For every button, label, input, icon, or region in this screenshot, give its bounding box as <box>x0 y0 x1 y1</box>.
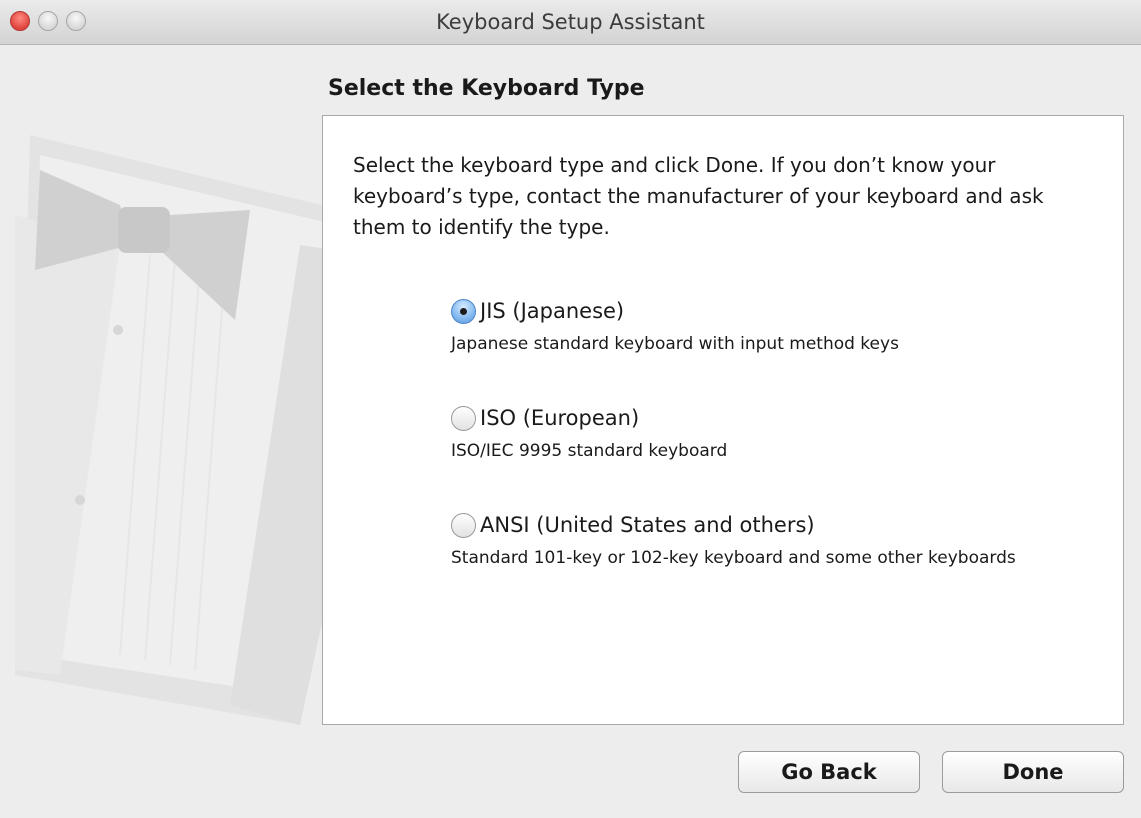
option-jis[interactable]: JIS (Japanese) Japanese standard keyboar… <box>451 294 1051 357</box>
option-ansi[interactable]: ANSI (United States and others) Standard… <box>451 508 1051 571</box>
go-back-button[interactable]: Go Back <box>738 751 920 793</box>
page-heading: Select the Keyboard Type <box>328 76 645 101</box>
option-description: ISO/IEC 9995 standard keyboard <box>451 441 728 461</box>
option-label[interactable]: JIS (Japanese) <box>480 299 624 323</box>
option-description: Japanese standard keyboard with input me… <box>451 334 899 354</box>
option-label[interactable]: ISO (European) <box>480 406 639 430</box>
keyboard-type-panel: Select the keyboard type and click Done.… <box>322 115 1124 725</box>
intro-text: Select the keyboard type and click Done.… <box>353 153 1044 239</box>
window-title: Keyboard Setup Assistant <box>436 10 705 34</box>
keyboard-setup-window: Keyboard Setup Assistant Select the Keyb… <box>0 0 1141 818</box>
radio-selected-icon[interactable] <box>451 298 476 324</box>
option-iso[interactable]: ISO (European) ISO/IEC 9995 standard key… <box>451 401 1051 464</box>
option-label[interactable]: ANSI (United States and others) <box>480 513 815 537</box>
radio-unselected-icon[interactable] <box>451 405 476 431</box>
done-button[interactable]: Done <box>942 751 1124 793</box>
title-bar[interactable]: Keyboard Setup Assistant <box>0 0 1141 45</box>
option-description: Standard 101-key or 102-key keyboard and… <box>451 548 1016 568</box>
radio-unselected-icon[interactable] <box>451 512 476 538</box>
